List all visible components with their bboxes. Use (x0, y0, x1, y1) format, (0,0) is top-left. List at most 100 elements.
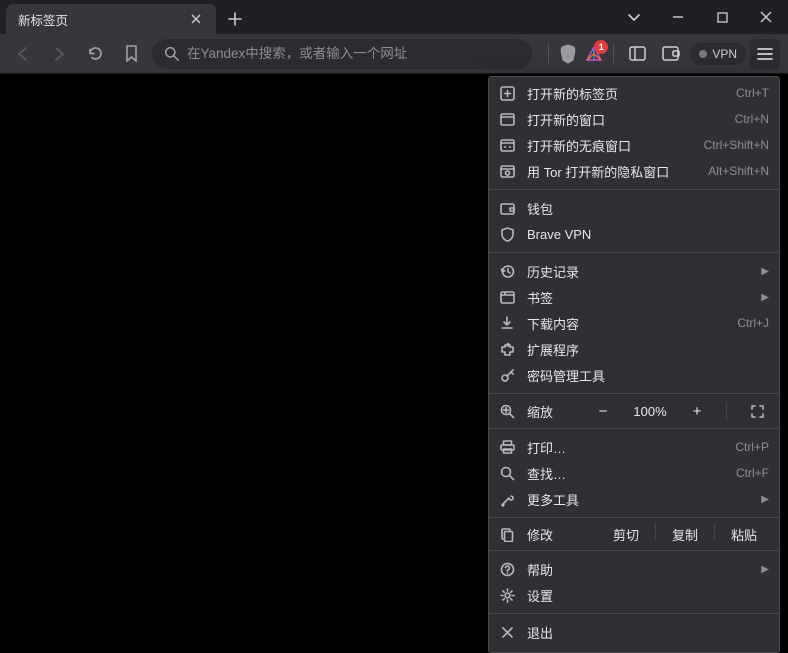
tab-search-button[interactable] (612, 0, 656, 34)
menu-edit-row: 修改 剪切 复制 粘贴 (489, 520, 779, 548)
submenu-chevron-icon: ▶ (761, 564, 769, 575)
brave-shields-icon[interactable] (557, 43, 579, 65)
window-icon (499, 111, 515, 127)
menu-exit[interactable]: 退出 (489, 619, 779, 645)
search-icon (164, 46, 179, 61)
menu-shortcut: Ctrl+Shift+N (704, 138, 769, 152)
sidebar-toggle-icon[interactable] (622, 39, 652, 69)
copy-button[interactable]: 复制 (660, 523, 710, 546)
menu-shortcut: Ctrl+F (736, 466, 769, 480)
toolbar: 1 VPN (0, 34, 788, 74)
menu-wallet[interactable]: 钱包 (489, 195, 779, 221)
active-tab[interactable]: 新标签页 (6, 4, 216, 34)
menu-label: 打印… (527, 438, 723, 457)
extension-icon (499, 341, 515, 357)
menu-downloads[interactable]: 下载内容 Ctrl+J (489, 310, 779, 336)
notification-badge: 1 (594, 40, 608, 54)
title-bar: 新标签页 (0, 0, 788, 34)
wallet-icon (499, 200, 515, 216)
gear-icon (499, 587, 515, 603)
menu-history[interactable]: 历史记录 ▶ (489, 258, 779, 284)
history-icon (499, 263, 515, 279)
menu-shortcut: Ctrl+T (736, 86, 769, 100)
fullscreen-button[interactable] (745, 399, 769, 423)
new-tab-button[interactable] (222, 6, 248, 32)
separator (726, 402, 727, 420)
menu-new-tor[interactable]: 用 Tor 打开新的隐私窗口 Alt+Shift+N (489, 158, 779, 184)
separator (548, 43, 549, 65)
menu-help[interactable]: 帮助 ▶ (489, 556, 779, 582)
menu-label: 打开新的无痕窗口 (527, 136, 692, 155)
menu-more-tools[interactable]: 更多工具 ▶ (489, 486, 779, 512)
menu-label: 下载内容 (527, 314, 725, 333)
find-icon (499, 465, 515, 481)
submenu-chevron-icon: ▶ (761, 292, 769, 303)
window-close-button[interactable] (744, 0, 788, 34)
menu-label: 打开新的标签页 (527, 84, 724, 103)
paste-button[interactable]: 粘贴 (719, 523, 769, 546)
menu-new-window[interactable]: 打开新的窗口 Ctrl+N (489, 106, 779, 132)
menu-separator (489, 252, 779, 253)
menu-label: 密码管理工具 (527, 366, 769, 385)
cut-button[interactable]: 剪切 (601, 523, 651, 546)
menu-new-tab[interactable]: 打开新的标签页 Ctrl+T (489, 80, 779, 106)
menu-print[interactable]: 打印… Ctrl+P (489, 434, 779, 460)
toolbar-right-cluster: 1 VPN (544, 39, 780, 69)
forward-button[interactable] (44, 39, 74, 69)
tab-strip: 新标签页 (0, 0, 248, 34)
window-controls (612, 0, 788, 34)
edit-label: 修改 (527, 525, 553, 544)
maximize-button[interactable] (700, 0, 744, 34)
zoom-value: 100% (626, 404, 674, 419)
url-bar[interactable] (152, 39, 532, 69)
search-input[interactable] (187, 46, 520, 61)
menu-separator (489, 517, 779, 518)
help-icon (499, 561, 515, 577)
tab-title: 新标签页 (18, 10, 68, 29)
reload-button[interactable] (80, 39, 110, 69)
key-icon (499, 367, 515, 383)
menu-separator (489, 393, 779, 394)
menu-label: 退出 (527, 623, 769, 642)
close-icon (499, 624, 515, 640)
app-menu-button[interactable] (750, 39, 780, 69)
minimize-button[interactable] (656, 0, 700, 34)
bookmark-button[interactable] (116, 39, 146, 69)
menu-label: 书签 (527, 288, 749, 307)
print-icon (499, 439, 515, 455)
menu-label: 扩展程序 (527, 340, 769, 359)
menu-find[interactable]: 查找… Ctrl+F (489, 460, 779, 486)
close-tab-icon[interactable] (188, 11, 204, 27)
zoom-icon (499, 403, 515, 419)
menu-separator (489, 189, 779, 190)
zoom-in-button[interactable]: + (686, 400, 708, 422)
brave-rewards-icon[interactable]: 1 (583, 43, 605, 65)
menu-new-incognito[interactable]: 打开新的无痕窗口 Ctrl+Shift+N (489, 132, 779, 158)
separator (613, 43, 614, 65)
separator (714, 523, 715, 539)
menu-shortcut: Ctrl+P (735, 440, 769, 454)
tor-icon (499, 163, 515, 179)
menu-label: 历史记录 (527, 262, 749, 281)
incognito-icon (499, 137, 515, 153)
menu-label: 帮助 (527, 560, 749, 579)
back-button[interactable] (8, 39, 38, 69)
separator (655, 523, 656, 539)
submenu-chevron-icon: ▶ (761, 266, 769, 277)
vpn-button[interactable]: VPN (690, 43, 746, 65)
menu-extensions[interactable]: 扩展程序 (489, 336, 779, 362)
download-icon (499, 315, 515, 331)
menu-label: 查找… (527, 464, 724, 483)
menu-separator (489, 428, 779, 429)
menu-passwords[interactable]: 密码管理工具 (489, 362, 779, 388)
menu-brave-vpn[interactable]: Brave VPN (489, 221, 779, 247)
menu-separator (489, 550, 779, 551)
wallet-icon[interactable] (656, 39, 686, 69)
menu-bookmarks[interactable]: 书签 ▶ (489, 284, 779, 310)
menu-label: Brave VPN (527, 227, 769, 242)
bookmark-icon (499, 289, 515, 305)
edit-icon (499, 526, 515, 542)
zoom-out-button[interactable]: − (592, 400, 614, 422)
menu-settings[interactable]: 设置 (489, 582, 779, 608)
menu-label: 用 Tor 打开新的隐私窗口 (527, 162, 696, 181)
